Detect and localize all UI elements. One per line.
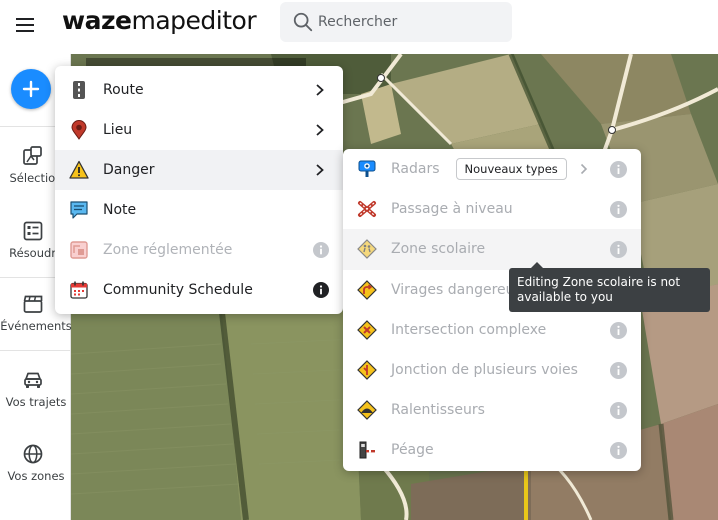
top-bar: wazemapeditor <box>0 0 718 54</box>
hamburger-menu-icon[interactable] <box>16 14 38 32</box>
road-icon <box>73 81 85 99</box>
submenu-item-label: Passage à niveau <box>391 201 513 218</box>
school-zone-icon <box>357 239 377 260</box>
menu-item-label: Community Schedule <box>103 282 253 298</box>
sharp-curve-icon <box>357 279 377 300</box>
submenu-item-radars[interactable]: Radars Nouveaux types <box>343 149 641 189</box>
warning-icon <box>69 160 89 179</box>
menu-item-danger[interactable]: Danger <box>55 150 343 190</box>
submenu-item-label: Virages dangereux <box>391 281 523 298</box>
new-types-badge: Nouveaux types <box>455 158 567 181</box>
place-pin-icon <box>71 120 87 140</box>
chevron-right-icon <box>316 124 324 136</box>
rail-item-my-areas[interactable]: Vos zones <box>0 443 71 503</box>
info-icon[interactable] <box>610 201 627 219</box>
menu-item-label: Note <box>103 202 137 218</box>
menu-item-label: Danger <box>103 162 155 178</box>
toll-icon <box>359 441 375 459</box>
checklist-icon <box>23 221 43 241</box>
globe-icon <box>23 444 43 464</box>
add-menu: Route Lieu Danger Note Zone réglementée … <box>55 66 343 314</box>
info-icon[interactable] <box>610 361 627 379</box>
chevron-right-icon <box>316 164 324 176</box>
submenu-item-toll[interactable]: Péage <box>343 430 641 470</box>
app-logo[interactable]: wazemapeditor <box>62 6 257 36</box>
submenu-item-lane-merge[interactable]: Jonction de plusieurs voies <box>343 350 641 390</box>
speed-camera-icon <box>358 160 376 178</box>
permission-tooltip: Editing Zone scolaire is not available t… <box>509 268 710 312</box>
info-icon[interactable] <box>610 402 627 420</box>
submenu-item-label: Ralentisseurs <box>391 402 485 419</box>
info-icon[interactable] <box>610 321 627 339</box>
submenu-item-label: Intersection complexe <box>391 321 547 338</box>
speed-bump-icon <box>357 400 377 421</box>
menu-item-label: Route <box>103 82 144 98</box>
add-button[interactable] <box>11 69 51 109</box>
info-icon[interactable] <box>610 442 627 460</box>
submenu-item-complex-intersection[interactable]: Intersection complexe <box>343 310 641 350</box>
info-icon[interactable] <box>313 282 329 298</box>
menu-item-restricted-zone[interactable]: Zone réglementée <box>55 230 343 270</box>
menu-item-label: Lieu <box>103 122 133 138</box>
submenu-item-school-zone[interactable]: Zone scolaire <box>343 229 641 270</box>
lane-merge-icon <box>357 360 377 380</box>
info-icon[interactable] <box>313 242 329 258</box>
car-icon <box>24 372 42 388</box>
rail-divider <box>0 350 71 351</box>
calendar-icon <box>70 281 88 299</box>
menu-item-community-schedule[interactable]: Community Schedule <box>55 270 343 310</box>
info-icon[interactable] <box>610 161 627 178</box>
menu-item-label: Zone réglementée <box>103 242 233 258</box>
menu-item-place[interactable]: Lieu <box>55 110 343 150</box>
search-input[interactable] <box>318 10 503 34</box>
logo-mapeditor: mapeditor <box>131 6 257 35</box>
submenu-item-railroad-crossing[interactable]: Passage à niveau <box>343 189 641 229</box>
restricted-zone-icon <box>70 241 88 259</box>
clapperboard-icon <box>23 295 43 313</box>
railroad-crossing-icon <box>358 201 376 218</box>
logo-waze: waze <box>62 6 132 35</box>
submenu-item-label: Jonction de plusieurs voies <box>391 362 578 379</box>
complex-intersection-icon <box>357 319 377 340</box>
rail-item-label: Vos zones <box>7 469 65 483</box>
submenu-item-label: Radars <box>391 161 440 178</box>
rail-item-label: Vos trajets <box>5 395 67 409</box>
chevron-right-icon <box>580 163 588 175</box>
info-icon[interactable] <box>610 241 627 259</box>
submenu-item-speed-bumps[interactable]: Ralentisseurs <box>343 390 641 430</box>
rail-item-label: Événements <box>0 319 72 333</box>
chevron-right-icon <box>316 84 324 96</box>
note-icon <box>70 201 88 219</box>
search-bar[interactable] <box>280 2 512 42</box>
menu-item-route[interactable]: Route <box>55 70 343 110</box>
submenu-item-label: Zone scolaire <box>391 241 486 258</box>
rail-item-my-drives[interactable]: Vos trajets <box>0 369 71 429</box>
search-icon <box>293 12 313 32</box>
plus-icon <box>22 80 40 98</box>
submenu-item-label: Péage <box>391 442 434 459</box>
selection-icon <box>23 146 42 165</box>
menu-item-note[interactable]: Note <box>55 190 343 230</box>
